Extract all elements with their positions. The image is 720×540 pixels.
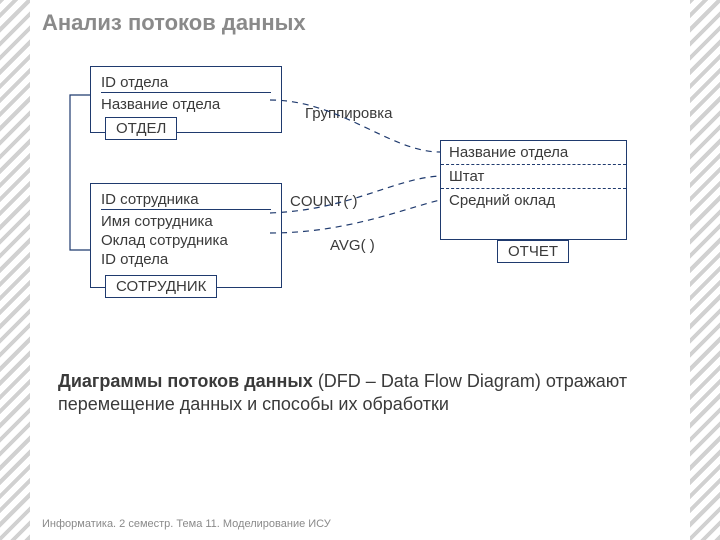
entity-sotrudnik: ID сотрудника Имя сотрудника Оклад сотру… <box>90 183 282 288</box>
decor-hatch-right <box>690 0 720 540</box>
body-text: Диаграммы потоков данных (DFD – Data Flo… <box>58 370 660 417</box>
flow-label-group: Группировка <box>305 105 392 122</box>
body-text-bold: Диаграммы потоков данных <box>58 371 313 391</box>
field: Имя сотрудника <box>101 212 271 231</box>
report-row: Название отдела <box>441 141 626 165</box>
flow-label-avg: AVG( ) <box>330 237 375 254</box>
flow-label-count: COUNT( ) <box>290 193 358 210</box>
field: ID отдела <box>101 250 271 269</box>
report-row: Штат <box>441 165 626 189</box>
field: ID сотрудника <box>101 190 271 210</box>
page-title: Анализ потоков данных <box>42 10 306 36</box>
report-row: Средний оклад <box>441 189 626 239</box>
entity-sotrudnik-label: СОТРУДНИК <box>105 275 217 298</box>
footer: Информатика. 2 семестр. Тема 11. Моделир… <box>42 518 331 530</box>
field: Оклад сотрудника <box>101 231 271 250</box>
slide: Анализ потоков данных ID отдела Название… <box>0 0 720 540</box>
field: Название отдела <box>101 95 271 114</box>
field: ID отдела <box>101 73 271 93</box>
entity-otdel-label: ОТДЕЛ <box>105 117 177 140</box>
entity-report-label: ОТЧЕТ <box>497 240 569 263</box>
decor-hatch-left <box>0 0 30 540</box>
entity-report: Название отдела Штат Средний оклад <box>440 140 627 240</box>
